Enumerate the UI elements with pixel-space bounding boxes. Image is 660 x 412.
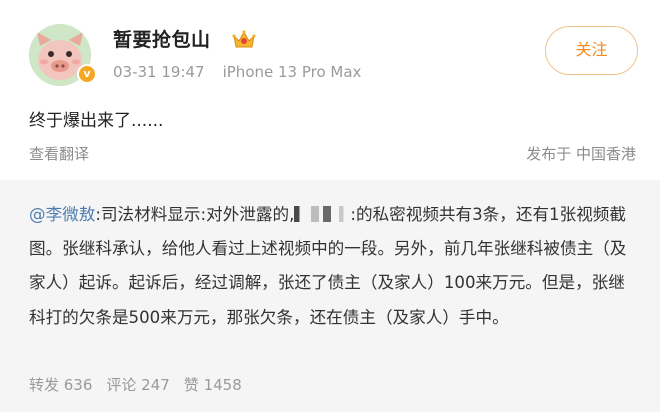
post-meta: 03-31 19:47 iPhone 13 Pro Max	[113, 63, 361, 81]
follow-button[interactable]: 关注	[545, 26, 638, 75]
redacted-name	[294, 206, 351, 222]
post-date: 03-31 19:47	[113, 63, 205, 81]
retweet-text: @李微敖:司法材料显示:对外泄露的,:的私密视频共有3条，还有1张视频截图。张继…	[29, 198, 641, 335]
mention-link[interactable]: @李微敖	[29, 205, 95, 224]
avatar[interactable]: v	[29, 24, 99, 86]
retweet-text-part1: :司法材料显示:对外泄露的,	[95, 205, 295, 224]
post-content: 终于爆出来了......	[29, 111, 164, 131]
username[interactable]: 暂要抢包山	[113, 25, 211, 52]
comment-count[interactable]: 评论 247	[106, 376, 169, 394]
retweet-stats: 转发 636 评论 247 赞 1458	[29, 374, 256, 395]
retweet-card[interactable]: @李微敖:司法材料显示:对外泄露的,:的私密视频共有3条，还有1张视频截图。张继…	[0, 180, 660, 412]
post-location: 发布于 中国香港	[526, 145, 636, 163]
post-device: iPhone 13 Pro Max	[222, 63, 362, 81]
verified-badge-icon: v	[77, 64, 97, 84]
crown-icon	[232, 28, 256, 50]
weibo-post: v 暂要抢包山 03-31 19:47 iPhone 13 Pro Max 关注 …	[0, 0, 660, 180]
translate-link[interactable]: 查看翻译	[29, 143, 89, 164]
like-count[interactable]: 赞 1458	[184, 376, 242, 394]
repost-count[interactable]: 转发 636	[29, 376, 92, 394]
